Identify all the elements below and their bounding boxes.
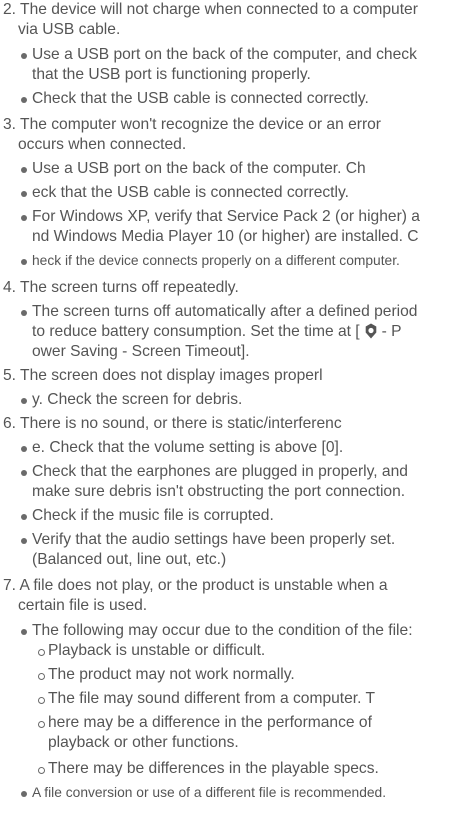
text-line: 7. A file does not play, or the product …: [3, 576, 388, 596]
line-text: to reduce battery consumption. Set the t…: [32, 323, 360, 340]
line-text: that the USB port is functioning properl…: [32, 66, 311, 83]
text-line: The following may occur due to the condi…: [21, 621, 413, 641]
text-line: 5. The screen does not display images pr…: [3, 366, 323, 386]
text-line: A file conversion or use of a different …: [20, 783, 387, 803]
text-line: Check that the USB cable is connected co…: [21, 89, 369, 109]
text-line: The file may sound different from a comp…: [37, 689, 376, 709]
line-text: Use a USB port on the back of the comput…: [32, 160, 366, 177]
text-line: Playback is unstable or difficult.: [37, 641, 266, 661]
line-text: occurs when connected.: [18, 136, 187, 153]
line-text: Use a USB port on the back of the comput…: [32, 46, 417, 63]
line-text: 7. A file does not play, or the product …: [3, 577, 388, 594]
line-text: Check if the music file is corrupted.: [32, 507, 274, 524]
text-line: Use a USB port on the back of the comput…: [21, 45, 417, 65]
line-text: The following may occur due to the condi…: [32, 622, 413, 639]
line-text: The file may sound different from a comp…: [48, 690, 376, 707]
line-text: 4. The screen turns off repeatedly.: [3, 279, 239, 296]
text-line: e. Check that the volume setting is abov…: [20, 438, 344, 458]
line-suffix: - P: [381, 323, 402, 340]
text-line: occurs when connected.: [18, 135, 186, 155]
text-line: The product may not work normally.: [38, 665, 295, 685]
line-text: Check that the earphones are plugged in …: [32, 463, 408, 480]
text-line: 4. The screen turns off repeatedly.: [3, 278, 239, 298]
line-text: nd Windows Media Player 10 (or higher) a…: [32, 228, 419, 245]
line-text: A file conversion or use of a different …: [32, 785, 387, 800]
line-text: certain file is used.: [18, 597, 148, 614]
text-line: playback or other functions.: [48, 733, 239, 753]
text-line: 3. The computer won't recognize the devi…: [3, 115, 381, 135]
text-line: make sure debris isn't obstructing the p…: [32, 482, 405, 502]
text-line: For Windows XP, verify that Service Pack…: [21, 207, 420, 227]
line-text: Check that the USB cable is connected co…: [32, 90, 369, 107]
line-text: 5. The screen does not display images pr…: [3, 367, 323, 384]
text-line: (Balanced out, line out, etc.): [32, 550, 226, 570]
text-line: Check that the earphones are plugged in …: [21, 462, 408, 482]
line-text: 2. The device will not charge when conne…: [3, 1, 418, 18]
line-text: For Windows XP, verify that Service Pack…: [32, 208, 420, 225]
line-text: heck if the device connects properly on …: [32, 253, 400, 268]
text-line: 6. There is no sound, or there is static…: [3, 414, 342, 434]
text-line: 2. The device will not charge when conne…: [3, 0, 418, 20]
line-text: 6. There is no sound, or there is static…: [3, 415, 342, 432]
line-text: playback or other functions.: [48, 734, 239, 751]
line-text: eck that the USB cable is connected corr…: [32, 184, 349, 201]
text-line: ower Saving - Screen Timeout].: [32, 342, 250, 362]
text-line: heck if the device connects properly on …: [21, 251, 400, 271]
text-line: certain file is used.: [18, 596, 147, 616]
text-line: Use a USB port on the back of the comput…: [21, 159, 366, 179]
text-line: Verify that the audio settings have been…: [20, 530, 396, 550]
settings-gear-icon: [365, 323, 376, 339]
text-line: eck that the USB cable is connected corr…: [21, 183, 349, 203]
line-text: ower Saving - Screen Timeout].: [32, 343, 250, 360]
text-line: to reduce battery consumption. Set the t…: [32, 322, 402, 342]
line-text: e. Check that the volume setting is abov…: [32, 439, 344, 456]
text-line: The screen turns off automatically after…: [20, 302, 418, 322]
text-line: nd Windows Media Player 10 (or higher) a…: [32, 227, 419, 247]
troubleshooting-document: 2. The device will not charge when conne…: [0, 0, 470, 837]
text-line: here may be a difference in the performa…: [38, 713, 372, 733]
line-text: y. Check the screen for debris.: [32, 391, 243, 408]
line-text: (Balanced out, line out, etc.): [32, 551, 227, 568]
line-text: The product may not work normally.: [48, 666, 295, 683]
text-line: that the USB port is functioning properl…: [32, 65, 311, 85]
line-text: There may be differences in the playable…: [48, 760, 379, 777]
line-text: via USB cable.: [18, 21, 121, 38]
text-line: y. Check the screen for debris.: [20, 390, 243, 410]
line-text: Verify that the audio settings have been…: [32, 531, 396, 548]
line-text: make sure debris isn't obstructing the p…: [32, 483, 406, 500]
text-line: There may be differences in the playable…: [38, 759, 379, 779]
line-text: 3. The computer won't recognize the devi…: [3, 116, 382, 133]
text-line: Check if the music file is corrupted.: [21, 506, 274, 526]
text-line: via USB cable.: [18, 20, 120, 40]
line-text: here may be a difference in the performa…: [48, 714, 372, 731]
line-text: The screen turns off automatically after…: [32, 303, 418, 320]
line-text: Playback is unstable or difficult.: [48, 642, 266, 659]
